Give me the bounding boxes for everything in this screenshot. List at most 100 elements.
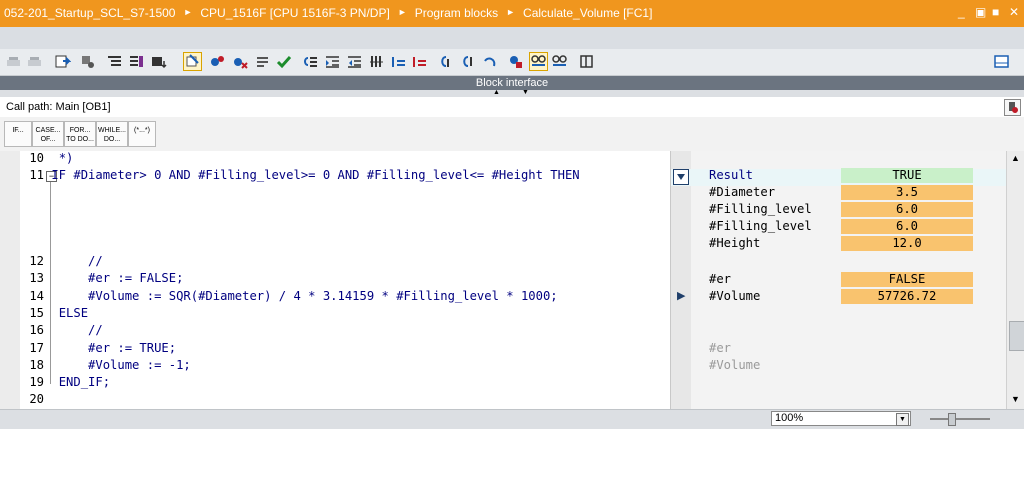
monitor-row-filling-level-2: #Filling_level 6.0 (671, 218, 1007, 235)
snippet-case-button[interactable]: CASE... OF... (32, 121, 64, 147)
undo-icon[interactable] (481, 53, 498, 70)
wrap-icon[interactable] (368, 53, 385, 70)
snippet-while-button[interactable]: WHILE... DO... (96, 121, 128, 147)
monitor-var-name: Result (709, 168, 754, 182)
current-line-arrow-icon: ▶ (677, 290, 686, 302)
code-line-14[interactable]: 14 #Volume := SQR(#Diameter) / 4 * 3.141… (22, 288, 558, 305)
breadcrumb: 052-201_Startup_SCL_S7-1500 ► CPU_1516F … (4, 6, 660, 20)
zoom-dropdown-icon[interactable]: ▼ (896, 413, 909, 426)
snippet-comment-button[interactable]: (*...*) (128, 121, 156, 147)
code-line-10[interactable]: 10 *) (22, 150, 73, 167)
monitor-row-filling-level: #Filling_level 6.0 (671, 201, 1007, 218)
hide-icon[interactable] (578, 53, 595, 70)
zoom-slider[interactable] (930, 418, 990, 420)
line-number: 20 (29, 392, 44, 406)
monitor-value: 6.0 (841, 202, 973, 217)
code-text: END_IF; (58, 375, 111, 389)
collapse-icon[interactable]: ▼ (522, 89, 529, 96)
code-text: #Volume := -1; (58, 358, 191, 372)
structure-icon[interactable] (128, 53, 145, 70)
expand-icon[interactable]: ▲ (493, 89, 500, 96)
call-path-label: Call path: Main [OB1] (6, 101, 111, 113)
close-icon[interactable]: ✕ (1009, 5, 1019, 19)
call-path-settings-icon[interactable] (1004, 99, 1021, 116)
comment-lines-icon[interactable] (254, 53, 271, 70)
code-line-19[interactable]: 19 END_IF; (22, 374, 110, 391)
outdent-icon[interactable] (346, 53, 363, 70)
line-number: 14 (29, 289, 44, 303)
code-line-16[interactable]: 16 // (22, 322, 103, 339)
go-to-previous-icon[interactable] (302, 53, 319, 70)
snippet-toggle-icon[interactable] (183, 52, 202, 71)
code-line-18[interactable]: 18 #Volume := -1; (22, 357, 191, 374)
zoom-select[interactable]: 100% ▼ (771, 411, 911, 426)
scroll-down-icon[interactable]: ▼ (1011, 394, 1020, 404)
go-back-icon[interactable] (437, 53, 454, 70)
monitor-value: FALSE (841, 272, 973, 287)
code-line-17[interactable]: 17 #er := TRUE; (22, 340, 176, 357)
line-number: 16 (29, 323, 44, 337)
block-interface-bar[interactable]: Block interface (0, 76, 1024, 90)
check-icon[interactable] (275, 53, 292, 70)
monitor-icon[interactable] (79, 53, 96, 70)
code-text: // (58, 323, 103, 337)
go-forward-icon[interactable] (459, 53, 476, 70)
breadcrumb-block[interactable]: Calculate_Volume [FC1] (523, 6, 652, 20)
monitor-value: 12.0 (841, 236, 973, 251)
zoom-slider-thumb[interactable] (948, 413, 956, 426)
monitor-value-true: TRUE (841, 168, 973, 183)
line-number: 10 (29, 151, 44, 165)
code-line-20[interactable]: 20 (22, 391, 59, 408)
layout-icon[interactable] (993, 53, 1010, 70)
code-text: #er := TRUE; (58, 341, 177, 355)
scroll-up-icon[interactable]: ▲ (1011, 153, 1020, 163)
maximize-icon[interactable]: ■ (992, 5, 999, 19)
code-text: // (58, 254, 103, 268)
monitoring-icon[interactable] (551, 53, 568, 70)
minimize-icon[interactable]: _ (958, 5, 965, 19)
snippet-for-button[interactable]: FOR... TO DO... (64, 121, 96, 147)
monitoring-on-icon[interactable] (529, 52, 548, 71)
compile-all-icon[interactable] (26, 53, 43, 70)
call-path-bar: Call path: Main [OB1] (0, 97, 1024, 118)
clear-breakpoint-icon[interactable] (232, 53, 249, 70)
splitter[interactable]: ▲ ▼ (0, 89, 1024, 97)
tab-strip (0, 27, 1024, 49)
scroll-thumb[interactable] (1009, 321, 1024, 351)
indent-list-icon[interactable] (106, 53, 123, 70)
sort-desc-icon[interactable] (411, 53, 428, 70)
editor-gutter (0, 151, 20, 409)
line-number: 19 (29, 375, 44, 389)
line-number: 13 (29, 271, 44, 285)
monitor-var-name: #Volume (709, 358, 761, 372)
compile-icon[interactable] (5, 53, 22, 70)
monitor-var-name: #er (709, 341, 732, 355)
code-text: ELSE (58, 306, 89, 320)
monitor-panel: Result TRUE #Diameter 3.5 #Filling_level… (670, 151, 1007, 409)
zoom-value: 100% (775, 412, 804, 424)
monitor-row-result: Result TRUE (671, 167, 1007, 184)
breadcrumb-cpu[interactable]: CPU_1516F [CPU 1516F-3 PN/DP] (200, 6, 389, 20)
observe-icon[interactable] (507, 53, 524, 70)
code-text: #Volume := SQR(#Diameter) / 4 * 3.14159 … (58, 289, 558, 303)
code-line-15[interactable]: 15 ELSE (22, 305, 88, 322)
breadcrumb-project[interactable]: 052-201_Startup_SCL_S7-1500 (4, 6, 175, 20)
breadcrumb-program-blocks[interactable]: Program blocks (415, 6, 498, 20)
download-icon[interactable] (150, 53, 167, 70)
sort-icon[interactable] (390, 53, 407, 70)
code-text: *) (58, 151, 74, 165)
code-line-11[interactable]: 11 IF #Diameter> 0 AND #Filling_level>= … (22, 167, 579, 184)
line-number: 11 (29, 168, 44, 182)
monitor-var-name: #Volume (709, 289, 761, 303)
snippet-bar: IF... CASE... OF... FOR... TO DO... WHIL… (0, 117, 1024, 152)
set-breakpoint-icon[interactable] (209, 53, 226, 70)
code-line-13[interactable]: 13 #er := FALSE; (22, 270, 183, 287)
editor-title-bar: 052-201_Startup_SCL_S7-1500 ► CPU_1516F … (0, 0, 1024, 27)
vertical-scrollbar[interactable]: ▲ ▼ (1006, 151, 1024, 409)
snippet-if-button[interactable]: IF... (4, 121, 32, 147)
indent-icon[interactable] (324, 53, 341, 70)
code-line-12[interactable]: 12 // (22, 253, 103, 270)
monitor-var-name: #er (709, 272, 732, 286)
float-window-icon[interactable]: ▣ (975, 5, 986, 19)
insert-row-icon[interactable] (54, 53, 72, 70)
